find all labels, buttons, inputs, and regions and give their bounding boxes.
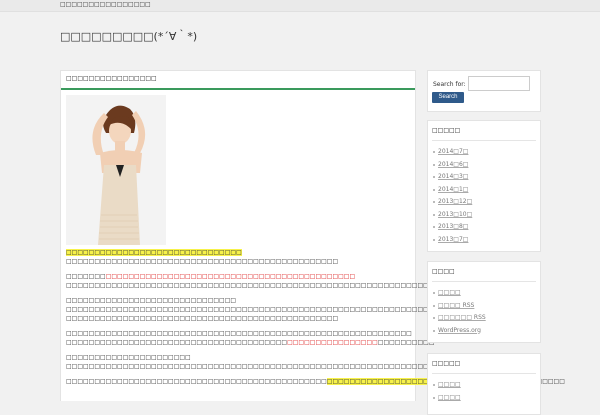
archive-link[interactable]: 2014□3□ — [432, 171, 536, 184]
text-segment: □□□□□□□□□□□□□□□□□□□□□□□□□□□□□□ — [66, 297, 237, 304]
archives-list: 2014□7□ 2014□6□ 2014□3□ 2014□1□ 2013□12□ 2013… — [432, 146, 536, 246]
text-segment: □□□□□□□ — [66, 273, 106, 280]
text-segment: □□□□□□□□□□□□□□□□□□□□□□□□□□□□□□□□□□□□□□□ — [66, 339, 288, 346]
post-paragraph: □□□□□□□□□□□□□□□□□□□□□□□□□□□□□□□□□□□□□□□□… — [66, 329, 435, 347]
post-line: □□□□□□□□□□□□□□□□□□□□□□ — [66, 353, 406, 362]
text-segment: □□□□□□□□□□□□□□□□□□□□□□□□□□□□□□□□□□□□□□□□… — [66, 258, 339, 265]
archive-link-label: 2013□8□ — [438, 223, 469, 230]
meta-link[interactable]: □□□□□□ RSS — [432, 312, 536, 325]
meta-link-label: WordPress.org — [438, 326, 481, 334]
meta-list: □□□□ □□□□ RSS □□□□□□ RSS WordPress.org — [432, 287, 536, 337]
archives-widget: □□□□□ 2014□7□ 2014□6□ 2014□3□ 2014□1□ 2013□1… — [427, 120, 541, 252]
recent-list: □□□□ □□□□ — [432, 379, 536, 404]
archive-link-label: 2014□3□ — [438, 173, 469, 180]
site-title[interactable]: □□□□□□□□□(*´∀｀*) — [60, 28, 197, 44]
text-segment: □□□□□□□□□□□□□□□□□□□□□□□□□□□□□□□□□□□□□□□□… — [66, 330, 412, 337]
archive-link-label: 2014□7□ — [438, 148, 469, 155]
recent-link-label: □□□□ — [438, 381, 461, 388]
post-line: □□□□□□□□□□□□□□□□□□□□□□□□□□□□□□□ — [66, 248, 406, 257]
top-bar: □□□□□□□□□□□□□□□□ — [0, 0, 600, 12]
archive-link[interactable]: 2013□7□ — [432, 234, 536, 247]
search-input[interactable] — [468, 76, 530, 91]
post-paragraph: □□□□□□□□□□□□□□□□□□□□□□□□□□□□□□□□□□□□□□□□… — [66, 353, 514, 371]
main-content: □□□□□□□□□□□□□□□□ □□□□□□□□□□□□□□□□□□□□□□□… — [60, 70, 565, 401]
meta-link-label: □□□□ — [438, 289, 461, 296]
post-line: □□□□□□□□□□□□□□□□□□□□□□□□□□□□□□□□□□□□□□□□… — [66, 257, 406, 266]
archive-link-label: 2014□6□ — [438, 160, 469, 168]
recent-title: □□□□□ — [432, 360, 461, 367]
archives-title: □□□□□ — [432, 127, 461, 134]
text-segment: □□□□□□□□□□□□□□□□□□□□□□ — [66, 354, 191, 361]
post-line: □□□□□□□□□□□□□□□□□□□□□□□□□□□□□□□□□□□□□□□□… — [66, 338, 435, 347]
recent-widget: □□□□□ □□□□ □□□□ — [427, 353, 541, 415]
meta-link-label: □□□□□□ RSS — [438, 314, 486, 321]
meta-title: □□□□ — [432, 268, 455, 275]
post-body: □□□□□□□□□□□□□□□□□□□□□□□□□□□□□□□ □□□□□□□□□… — [66, 248, 565, 392]
search-label: Search for: — [433, 81, 466, 88]
post-line: □□□□□□□□□□□□□□□□□□□□□□□□□□□□□□□□□□□□□□□□… — [66, 281, 491, 290]
post-paragraph: □□□□□□□□□□□□□□□□□□□□□□□□□□□□□□□□□□□□□□□□… — [66, 272, 491, 290]
archive-link[interactable]: 2014□6□ — [432, 159, 536, 172]
meta-link[interactable]: □□□□ — [432, 287, 536, 300]
post-line: □□□□□□□□□□□□□□□□□□□□□□□□□□□□□□□□□□□□□□□□… — [66, 272, 406, 281]
post-paragraph: □□□□□□□□□□□□□□□□□□□□□□□□□□□□□□□□□□□□□□□□… — [66, 296, 520, 323]
woman-photo-illustration — [66, 95, 166, 245]
post-line: □□□□□□□□□□□□□□□□□□□□□□□□□□□□□□□□□□□□□□□□… — [66, 314, 406, 323]
text-segment: □□□□□□□□□□ — [377, 339, 435, 346]
post-paragraph: □□□□□□□□□□□□□□□□□□□□□□□□□□□□□□□□□□□□□□□□… — [66, 248, 406, 266]
post-photo — [66, 95, 166, 245]
post-line: □□□□□□□□□□□□□□□□□□□□□□□□□□□□□□ — [66, 296, 406, 305]
post-line: □□□□□□□□□□□□□□□□□□□□□□□□□□□□□□□□□□□□□□□□… — [66, 362, 514, 371]
meta-link[interactable]: WordPress.org — [432, 325, 536, 338]
red-text: □□□□□□□□□□□□□□□□□□□□□□□□□□□□□□□□□□□□□□□□… — [105, 273, 356, 280]
meta-widget: □□□□ □□□□ □□□□ RSS □□□□□□ RSS WordPress.org — [427, 261, 541, 343]
text-segment: □□□□□□□□□□□□□□□□□□□□□□□□□□□□□□□□□□□□□□□□… — [66, 315, 339, 322]
meta-link-label: □□□□ RSS — [438, 301, 475, 309]
post-paragraph: □□□□□□□□□□□□□□□□□□□□□□□□□□□□□□□□□□□□□□□□… — [66, 377, 565, 386]
post-line: □□□□□□□□□□□□□□□□□□□□□□□□□□□□□□□□□□□□□□□□… — [66, 329, 412, 338]
post-header: □□□□□□□□□□□□□□□□ — [61, 71, 415, 90]
archive-link[interactable]: 2014□1□ — [432, 184, 536, 197]
archive-link-label: 2014□1□ — [438, 185, 469, 193]
recent-link[interactable]: □□□□ — [432, 392, 536, 405]
archive-link-label: 2013□10□ — [438, 210, 473, 218]
recent-link[interactable]: □□□□ — [432, 379, 536, 392]
highlighted-text: □□□□□□□□□□□□□□□□□□□□□□□□□□□□□□□ — [66, 249, 242, 256]
archive-link[interactable]: 2013□12□ — [432, 196, 536, 209]
archive-link-label: 2013□7□ — [438, 235, 469, 243]
archive-link-label: 2013□12□ — [438, 198, 473, 205]
search-button[interactable]: Search — [432, 92, 464, 103]
text-segment: □□□□□□□□□□□□□□□□□□□□□□□□□□□□□□□□□□□□□□□□… — [66, 378, 327, 385]
archive-link[interactable]: 2014□7□ — [432, 146, 536, 159]
search-widget: Search for: Search — [427, 70, 541, 112]
post-line: □□□□□□□□□□□□□□□□□□□□□□□□□□□□□□□□□□□□□□□□… — [66, 377, 565, 386]
post-line: □□□□□□□□□□□□□□□□□□□□□□□□□□□□□□□□□□□□□□□□… — [66, 305, 520, 314]
post-title[interactable]: □□□□□□□□□□□□□□□□ — [66, 75, 157, 82]
archive-link[interactable]: 2013□8□ — [432, 221, 536, 234]
archive-link[interactable]: 2013□10□ — [432, 209, 536, 222]
meta-link[interactable]: □□□□ RSS — [432, 300, 536, 313]
red-text: □□□□□□□□□□□□□□□□ — [287, 339, 378, 346]
recent-link-label: □□□□ — [438, 393, 461, 401]
site-description: □□□□□□□□□□□□□□□□ — [60, 1, 151, 8]
